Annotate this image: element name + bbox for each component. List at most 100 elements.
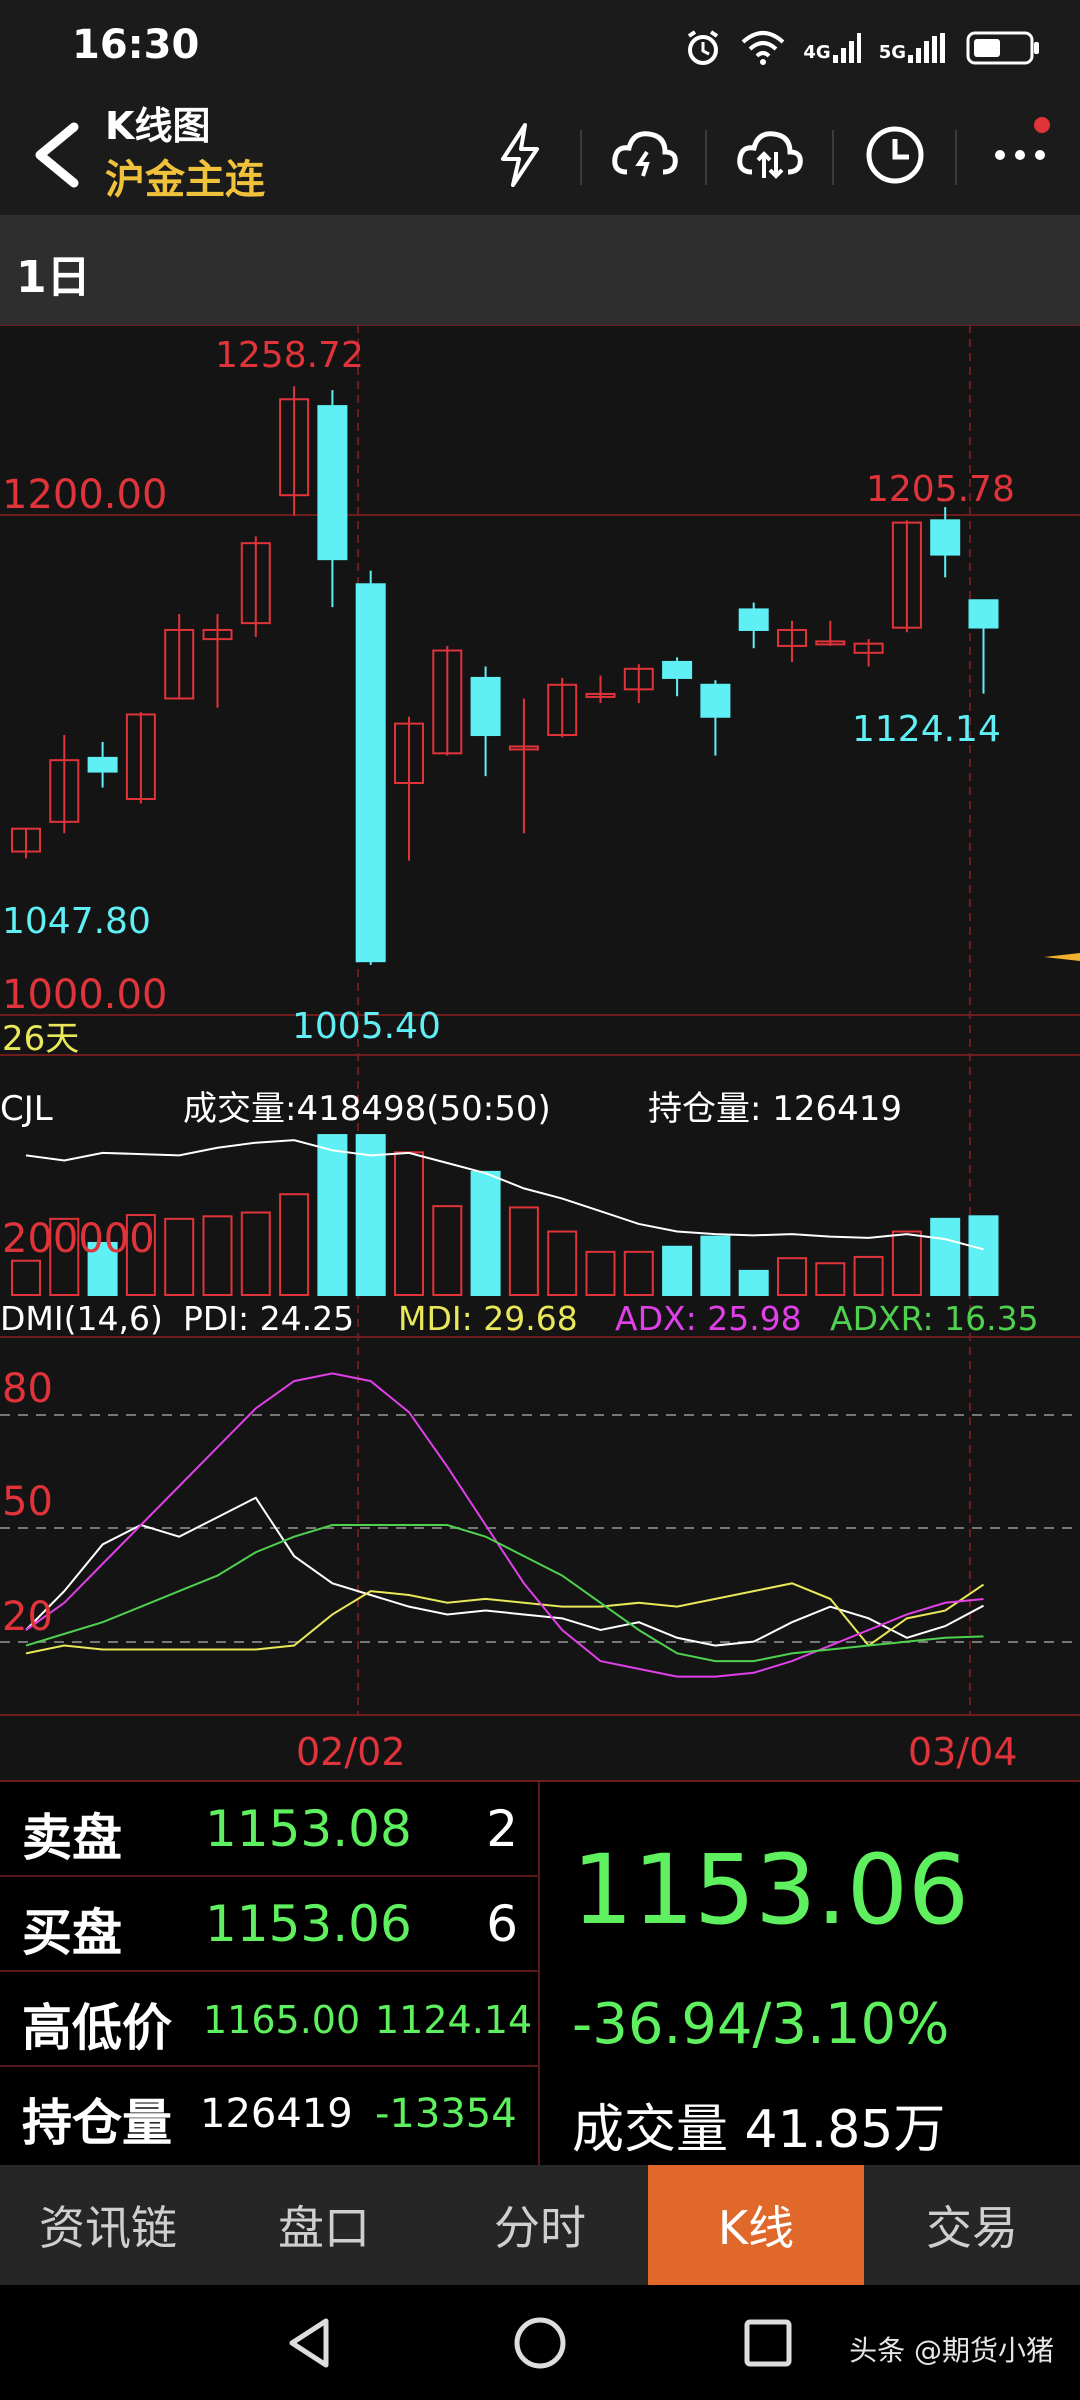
volume-axis-label: 200000 xyxy=(2,1216,155,1262)
candle-body xyxy=(87,756,118,773)
volume-bar xyxy=(240,1211,271,1296)
network-5g-label: 5G xyxy=(878,42,906,63)
bid-row: 买盘 1153.06 6 xyxy=(0,1877,538,1972)
price-change: -36.94/3.10% xyxy=(572,1992,950,2057)
ask-row: 卖盘 1153.08 2 xyxy=(0,1782,538,1877)
candle-body xyxy=(355,583,386,963)
title-bar: K线图 沪金主连 xyxy=(0,95,1080,215)
low-price-label: 1005.40 xyxy=(292,1006,441,1047)
period-selector[interactable]: 1日 xyxy=(0,215,1080,325)
lightning-button[interactable] xyxy=(475,115,565,195)
last-price: 1153.06 xyxy=(572,1834,969,1946)
price-level-1200-label: 1200.00 xyxy=(2,472,167,518)
period-label: 1日 xyxy=(16,252,91,303)
volume-bar xyxy=(930,1217,961,1296)
days-label: 26天 xyxy=(2,1019,79,1059)
battery-icon xyxy=(966,31,1039,65)
recent-low-label: 1124.14 xyxy=(852,709,1001,750)
clock-icon xyxy=(866,126,924,184)
network-4g-icon: 4G xyxy=(803,33,861,63)
volume-bar xyxy=(891,1230,922,1296)
kline-chart[interactable]: 200000 80 50 20 1258.72 1200.00 1205.78 112… xyxy=(0,325,1080,1780)
volume-bar xyxy=(508,1206,539,1297)
cloud-upload-download-icon xyxy=(737,131,803,179)
status-time: 16:30 xyxy=(72,22,200,68)
status-icons: 4G 5G xyxy=(683,28,1040,68)
volume-bar xyxy=(355,1134,386,1296)
page-title: K线图 xyxy=(105,104,211,148)
dmi-level-label: 50 xyxy=(2,1479,53,1525)
more-dots-icon xyxy=(995,150,1045,160)
ask-volume: 2 xyxy=(486,1800,518,1858)
bid-volume: 6 xyxy=(486,1895,518,1953)
candle-body xyxy=(662,660,693,679)
quote-panel: 卖盘 1153.08 2 买盘 1153.06 6 高低价 1165.00 11… xyxy=(0,1780,1080,2167)
volume-bar xyxy=(623,1250,654,1296)
network-5g-icon: 5G xyxy=(879,33,948,63)
volume-bar xyxy=(317,1134,348,1296)
nav-recents-icon[interactable] xyxy=(738,2313,798,2373)
dmi-mdi: MDI: 29.68 xyxy=(398,1299,578,1338)
volume-bar xyxy=(585,1250,616,1296)
nav-home-icon[interactable] xyxy=(510,2313,570,2373)
tab-news-chain[interactable]: 资讯链 xyxy=(0,2165,216,2285)
tab-kline[interactable]: K线 xyxy=(648,2165,864,2285)
open-interest-label: 持仓量 xyxy=(22,2094,172,2152)
lightning-icon xyxy=(501,123,539,187)
high-price-label: 1258.72 xyxy=(215,335,364,376)
bid-price: 1153.06 xyxy=(205,1895,412,1953)
volume-bar xyxy=(815,1262,846,1296)
tab-order-book[interactable]: 盘口 xyxy=(216,2165,432,2285)
open-interest-text: 持仓量: 126419 xyxy=(648,1089,902,1129)
cloud-transfer-button[interactable] xyxy=(725,115,815,195)
dmi-adx: ADX: 25.98 xyxy=(615,1299,802,1338)
day-high: 1165.00 xyxy=(203,1998,361,2042)
volume-bar xyxy=(662,1245,693,1296)
wifi-icon xyxy=(742,31,785,65)
volume-indicator-name: CJL xyxy=(0,1089,53,1129)
cloud-lightning-icon xyxy=(612,131,678,177)
volume-value-text: 成交量:418498(50:50) xyxy=(183,1089,551,1129)
tab-trade[interactable]: 交易 xyxy=(864,2165,1080,2285)
recent-high-label: 1205.78 xyxy=(866,469,1015,510)
volume-bar xyxy=(202,1215,233,1296)
chevron-left-icon xyxy=(35,122,79,188)
dmi-pdi: PDI: 24.25 xyxy=(183,1299,354,1338)
day-low: 1124.14 xyxy=(375,1998,533,2042)
volume-bar xyxy=(11,1259,41,1297)
tab-intraday[interactable]: 分时 xyxy=(432,2165,648,2285)
back-button[interactable] xyxy=(24,115,94,195)
toolbar-divider xyxy=(955,130,957,185)
open-interest-change: -13354 xyxy=(375,2091,517,2137)
dmi-name: DMI(14,6) xyxy=(0,1299,163,1338)
adx-line xyxy=(25,1372,984,1678)
volume-bar xyxy=(777,1257,807,1297)
candle-body xyxy=(738,608,769,631)
bid-label: 买盘 xyxy=(22,1904,122,1962)
dmi-adxr: ADXR: 16.35 xyxy=(830,1299,1039,1338)
price-level-1000-label: 1000.00 xyxy=(2,972,167,1018)
dmi-level-label: 20 xyxy=(2,1594,53,1640)
contract-name: 沪金主连 xyxy=(105,157,265,203)
toolbar-divider xyxy=(705,130,707,185)
volume-bar xyxy=(968,1215,999,1296)
alarm-icon xyxy=(688,30,719,65)
bottom-tab-bar: 资讯链 盘口 分时 K线 交易 xyxy=(0,2165,1080,2285)
nav-back-icon[interactable] xyxy=(280,2313,340,2373)
toolbar-divider xyxy=(580,130,582,185)
cloud-sync-button[interactable] xyxy=(600,115,690,195)
more-button[interactable] xyxy=(975,115,1065,195)
candle-body xyxy=(968,599,999,629)
pdi-line xyxy=(25,1496,984,1647)
high-low-label: 高低价 xyxy=(22,1999,172,2057)
open-interest-line xyxy=(25,1139,984,1251)
ask-label: 卖盘 xyxy=(22,1809,122,1867)
high-low-row: 高低价 1165.00 1124.14 xyxy=(0,1972,538,2067)
system-nav-bar: 头条 @期货小猪 xyxy=(0,2285,1080,2400)
watermark: 头条 @期货小猪 xyxy=(849,2334,1054,2367)
history-button[interactable] xyxy=(850,115,940,195)
open-interest-row: 持仓量 126419 -13354 xyxy=(0,2067,538,2162)
quote-divider xyxy=(538,1782,540,2167)
toolbar-divider xyxy=(832,130,834,185)
volume-bar xyxy=(470,1170,501,1297)
